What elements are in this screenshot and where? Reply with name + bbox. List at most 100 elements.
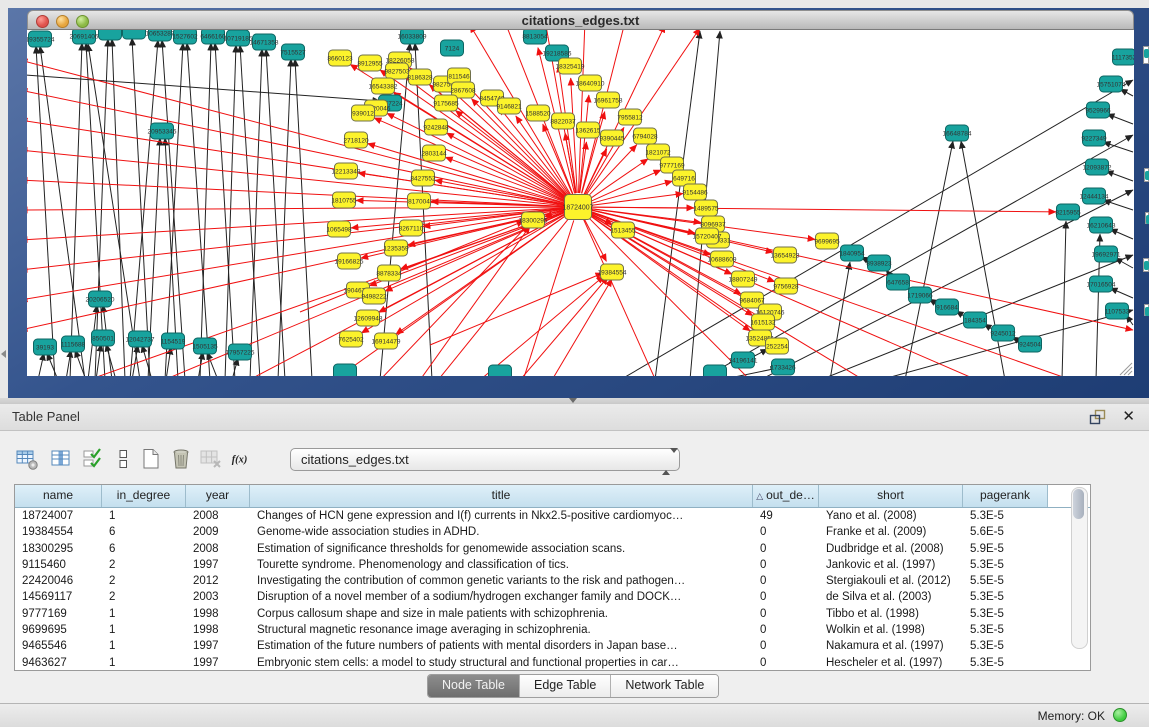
collapse-panel-arrow-icon[interactable] [1, 350, 6, 358]
float-panel-icon[interactable] [1089, 409, 1107, 425]
table-cell: Wolkin et al. (1998) [819, 622, 963, 638]
column-header[interactable]: △out_de… [753, 485, 819, 507]
table-cell: 5.3E-5 [963, 557, 1048, 573]
table-row[interactable]: 1456911722003Disruption of a novel membe… [15, 589, 1090, 605]
table-row[interactable]: 969969511998Structural magnetic resonanc… [15, 622, 1090, 638]
table-row[interactable]: 1938455462009Genome-wide association stu… [15, 524, 1090, 540]
table-cell: 0 [753, 606, 819, 622]
table-cell: Embryonic stem cells: a model to study s… [250, 655, 753, 671]
table-row[interactable]: 946362711997Embryonic stem cells: a mode… [15, 655, 1090, 671]
window-sliver [1145, 212, 1149, 224]
network-window-titlebar[interactable]: citations_edges.txt [27, 10, 1134, 30]
network-view-panel: citations_edges.txt 19355724206914061065… [8, 8, 1149, 398]
tab-network-table[interactable]: Network Table [611, 675, 718, 697]
graph-node-label: 9684067 [739, 297, 765, 304]
graph-node-label: 1117352 [1112, 54, 1134, 61]
graph-edge [358, 173, 564, 205]
graph-edge [520, 277, 608, 376]
network-canvas[interactable]: 1935572420691406106532871527602646616010… [27, 30, 1134, 376]
tab-edge-table[interactable]: Edge Table [520, 675, 611, 697]
table-cell: 2008 [186, 541, 250, 557]
close-panel-icon[interactable]: ✕ [1122, 407, 1135, 425]
graph-node-label: 184354 [964, 317, 986, 324]
table-cell: 6 [102, 524, 186, 540]
table-cell: 1997 [186, 557, 250, 573]
column-header[interactable]: title [250, 485, 753, 507]
table-settings-icon[interactable] [14, 446, 40, 472]
graph-node-label: 10719185 [224, 35, 253, 42]
column-header[interactable]: name [15, 485, 102, 507]
table-row[interactable]: 977716911998Corpus callosum shape and si… [15, 606, 1090, 622]
divider-handle-icon[interactable] [569, 398, 577, 403]
graph-node-label: 7515527 [280, 49, 306, 56]
delete-trash-icon[interactable] [168, 446, 194, 472]
graph-node-label: 9242848 [423, 124, 449, 131]
column-header[interactable]: pagerank [963, 485, 1048, 507]
table-cell: de Silva et al. (2003) [819, 589, 963, 605]
graph-node-label: 16033809 [398, 33, 427, 40]
graph-node-label: 9699695 [814, 238, 840, 245]
graph-node-label: 9777169 [659, 162, 685, 169]
graph-edge [162, 40, 185, 376]
table-cell: 0 [753, 573, 819, 589]
graph-node-label: 14196141 [729, 357, 758, 364]
table-cell: 0 [753, 622, 819, 638]
table-row[interactable]: 1830029562008Estimation of significance … [15, 541, 1090, 557]
graph-node-label: 9529966 [1085, 107, 1111, 114]
table-row[interactable]: 911546021997Tourette syndrome. Phenomeno… [15, 557, 1090, 573]
column-header[interactable]: in_degree [102, 485, 186, 507]
graph-node-label: 9227349 [1081, 135, 1107, 142]
window-resize-grip[interactable] [1120, 363, 1132, 375]
graph-edge [27, 207, 564, 210]
graph-node-label: 9756928 [773, 283, 799, 290]
node-layer: 1935572420691406106532871527602646616010… [27, 30, 1134, 376]
graph-node[interactable] [489, 365, 512, 376]
graph-node-label: 14671358 [250, 39, 279, 46]
sort-ascending-icon: △ [756, 491, 763, 501]
table-cell: 1 [102, 638, 186, 654]
column-header[interactable]: year [186, 485, 250, 507]
graph-edge [905, 141, 953, 376]
graph-node-label: 1840954 [839, 250, 865, 257]
table-toolbar: f(x) citations_edges.txt [0, 430, 1149, 482]
table-header-row: namein_degreeyeartitle△out_de…shortpager… [15, 485, 1090, 508]
graph-edge [225, 45, 236, 376]
table-cell: 5.3E-5 [963, 638, 1048, 654]
table-cell: 1 [102, 622, 186, 638]
app-window: citations_edges.txt 19355724206914061065… [0, 0, 1149, 727]
graph-node-label: 10688609 [708, 256, 737, 263]
table-panel-title: Table Panel [12, 409, 80, 424]
graph-node[interactable] [704, 365, 727, 376]
table-row[interactable]: 946554611997Estimation of the future num… [15, 638, 1090, 654]
window-sliver [1143, 46, 1149, 64]
graph-node-label: 916684 [936, 304, 958, 311]
select-columns-icon[interactable] [48, 446, 74, 472]
graph-node-label: 16648784 [943, 130, 972, 137]
graph-edge [266, 49, 285, 376]
function-builder-icon[interactable]: f(x) [230, 446, 256, 472]
graph-edge [27, 209, 564, 270]
new-table-icon[interactable] [138, 446, 164, 472]
graph-node-label: 7625402 [338, 336, 364, 343]
tab-node-table[interactable]: Node Table [428, 675, 520, 697]
vertical-scrollbar[interactable] [1071, 487, 1088, 649]
table-row[interactable]: 1872400712008Changes of HCN gene express… [15, 508, 1090, 524]
graph-node[interactable] [99, 30, 122, 40]
graph-node-label: 8267110 [399, 225, 424, 232]
status-bar: Memory: OK [0, 703, 1149, 727]
merge-tables-icon[interactable] [110, 446, 136, 472]
graph-node[interactable] [334, 364, 357, 376]
graph-node-label: 20953346 [148, 128, 177, 135]
network-window-title: citations_edges.txt [28, 13, 1133, 28]
graph-node-label: 8938923 [866, 260, 892, 267]
graph-node-label: 1505135 [192, 343, 218, 350]
select-rows-icon[interactable] [80, 446, 106, 472]
graph-edge [38, 353, 44, 376]
table-selector-dropdown[interactable]: citations_edges.txt [290, 448, 680, 471]
table-selector-value: citations_edges.txt [301, 452, 409, 467]
scrollbar-thumb[interactable] [1073, 489, 1084, 519]
column-header[interactable]: short [819, 485, 963, 507]
graph-node[interactable] [123, 30, 146, 39]
graph-node-label: 9390445 [599, 135, 625, 142]
table-row[interactable]: 2242004622012Investigating the contribut… [15, 573, 1090, 589]
